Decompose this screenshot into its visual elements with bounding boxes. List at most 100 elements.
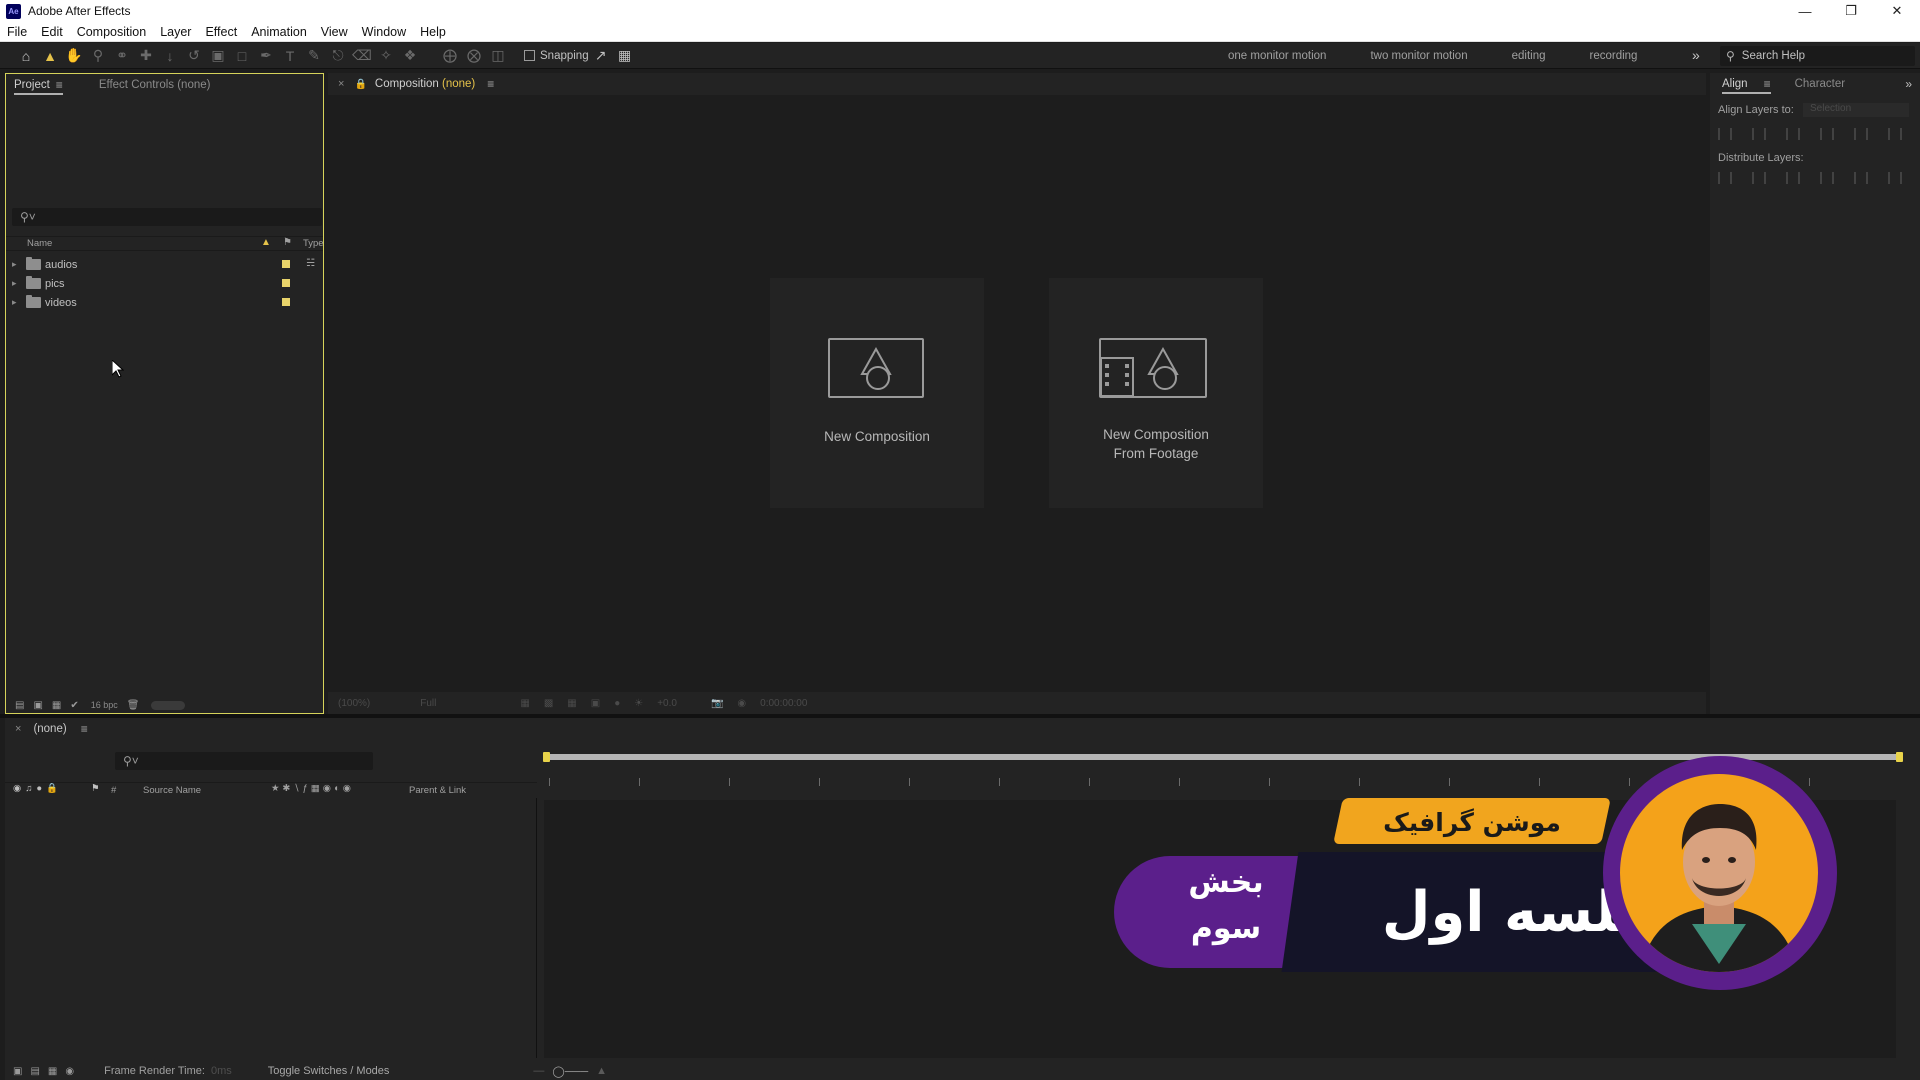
work-area-start-handle[interactable] bbox=[543, 752, 550, 762]
show-snapshot-icon[interactable]: ◉ bbox=[737, 698, 746, 709]
dolly-tool-icon[interactable]: ↓ bbox=[158, 45, 182, 67]
menu-composition[interactable]: Composition bbox=[70, 25, 153, 39]
new-composition-icon[interactable]: ▦ bbox=[52, 700, 61, 711]
align-to-dropdown[interactable]: Selection bbox=[1803, 103, 1909, 117]
distribute-left-icon[interactable] bbox=[1820, 172, 1834, 184]
align-right-icon[interactable] bbox=[1786, 128, 1800, 140]
layer-switch-icons[interactable]: ★✱∖ƒ▦◉◐◉ bbox=[271, 783, 354, 794]
panel-menu-icon[interactable]: ≡ bbox=[81, 722, 88, 736]
snap-edges-icon[interactable]: ↗ bbox=[589, 45, 613, 67]
toggle-switches-modes-button[interactable]: Toggle Switches / Modes bbox=[268, 1065, 390, 1077]
align-horizontal-center-icon[interactable] bbox=[1752, 128, 1766, 140]
list-item[interactable]: ▸ videos bbox=[6, 293, 323, 312]
panel-menu-icon[interactable]: ≡ bbox=[487, 77, 494, 91]
column-source-name[interactable]: Source Name bbox=[143, 785, 201, 796]
label-color-swatch[interactable] bbox=[282, 260, 290, 268]
label-column-icon[interactable]: ⚑ bbox=[91, 783, 100, 794]
close-icon[interactable]: ✕ bbox=[1874, 0, 1920, 22]
snapping-toggle[interactable]: Snapping bbox=[524, 50, 589, 62]
menu-file[interactable]: File bbox=[0, 25, 34, 39]
rotation-tool-icon[interactable]: ↺ bbox=[182, 45, 206, 67]
pan-behind-tool-icon[interactable]: ▣ bbox=[206, 45, 230, 67]
home-icon[interactable]: ⌂ bbox=[14, 45, 38, 67]
distribute-bottom-icon[interactable] bbox=[1786, 172, 1800, 184]
workspace-two-monitor-motion[interactable]: two monitor motion bbox=[1370, 50, 1467, 62]
transfer-controls-icon[interactable]: ▤ bbox=[30, 1066, 39, 1077]
menu-window[interactable]: Window bbox=[355, 25, 413, 39]
expand-arrow-icon[interactable]: ▸ bbox=[12, 297, 22, 308]
resolution-dropdown[interactable]: Full bbox=[420, 698, 436, 709]
label-color-swatch[interactable] bbox=[282, 298, 290, 306]
axis-local-icon[interactable]: ⨁ bbox=[438, 45, 462, 67]
brush-tool-icon[interactable]: ✎ bbox=[302, 45, 326, 67]
trash-icon[interactable]: 🗑 bbox=[127, 700, 140, 711]
orbit-camera-tool-icon[interactable]: ⚭ bbox=[110, 45, 134, 67]
project-search-input[interactable]: ⚲˅ bbox=[12, 208, 322, 226]
channel-icon[interactable]: ● bbox=[614, 698, 620, 709]
panel-overflow-icon[interactable]: » bbox=[1905, 77, 1912, 91]
grid-guides-icon[interactable]: ▦ bbox=[567, 698, 576, 709]
align-vertical-center-icon[interactable] bbox=[1854, 128, 1868, 140]
puppet-tool-icon[interactable]: ❖ bbox=[398, 45, 422, 67]
bit-depth-button[interactable]: 16 bpc bbox=[91, 700, 118, 710]
restore-icon[interactable]: ❐ bbox=[1828, 0, 1874, 22]
av-switch-icons[interactable]: ◉♫●🔒 bbox=[13, 783, 62, 794]
exposure-icon[interactable]: ☀ bbox=[634, 698, 643, 709]
expand-arrow-icon[interactable]: ▸ bbox=[12, 259, 22, 270]
timeline-search-input[interactable]: ⚲˅ bbox=[115, 752, 373, 770]
magnification-dropdown[interactable]: (100%) bbox=[338, 698, 370, 709]
clone-stamp-tool-icon[interactable]: ⎋ bbox=[326, 45, 350, 67]
in-out-icon[interactable]: ▦ bbox=[48, 1066, 57, 1077]
render-queue-icon[interactable]: ✔ bbox=[70, 700, 78, 711]
new-composition-button[interactable]: New Composition bbox=[770, 278, 984, 508]
rectangle-tool-icon[interactable]: □ bbox=[230, 45, 254, 67]
panel-menu-icon[interactable]: ≡ bbox=[56, 78, 63, 92]
distribute-top-icon[interactable] bbox=[1718, 172, 1732, 184]
label-column-icon[interactable]: ⚑ bbox=[283, 237, 292, 248]
list-item[interactable]: ▸ audios ☵ bbox=[6, 255, 323, 274]
label-color-swatch[interactable] bbox=[282, 279, 290, 287]
selection-tool-icon[interactable]: ▲ bbox=[38, 45, 62, 67]
eraser-tool-icon[interactable]: ⌫ bbox=[350, 45, 374, 67]
column-type[interactable]: Type bbox=[303, 238, 324, 249]
new-composition-from-footage-button[interactable]: New Composition From Footage bbox=[1049, 278, 1263, 508]
hand-tool-icon[interactable]: ✋ bbox=[62, 45, 86, 67]
tab-timeline[interactable]: (none) bbox=[33, 723, 66, 735]
thumbnail-size-slider[interactable] bbox=[151, 700, 186, 710]
pen-tool-icon[interactable]: ✒ bbox=[254, 45, 278, 67]
lock-icon[interactable]: 🔒 bbox=[354, 79, 366, 90]
list-item[interactable]: ▸ pics bbox=[6, 274, 323, 293]
menu-animation[interactable]: Animation bbox=[244, 25, 314, 39]
axis-view-icon[interactable]: ◫ bbox=[486, 45, 510, 67]
minimize-icon[interactable]: — bbox=[1782, 0, 1828, 22]
snap-features-icon[interactable]: ▦ bbox=[613, 45, 637, 67]
roto-brush-tool-icon[interactable]: ✧ bbox=[374, 45, 398, 67]
distribute-vertical-center-icon[interactable] bbox=[1752, 172, 1766, 184]
tab-project[interactable]: Project ≡ bbox=[6, 74, 71, 96]
tab-align[interactable]: Align ≡ bbox=[1714, 73, 1779, 95]
menu-edit[interactable]: Edit bbox=[34, 25, 70, 39]
tab-character[interactable]: Character bbox=[1787, 73, 1854, 95]
region-of-interest-icon[interactable]: ▦ bbox=[520, 698, 529, 709]
menu-effect[interactable]: Effect bbox=[198, 25, 244, 39]
zoom-tool-icon[interactable]: ⚲ bbox=[86, 45, 110, 67]
new-folder-icon[interactable]: ▣ bbox=[33, 700, 42, 711]
render-time-icon[interactable]: ◉ bbox=[65, 1066, 74, 1077]
tab-composition[interactable]: Composition (none) bbox=[375, 78, 475, 90]
timeline-zoom-slider[interactable]: ◯─── bbox=[552, 1065, 588, 1078]
close-icon[interactable]: × bbox=[338, 78, 344, 90]
snapping-checkbox[interactable] bbox=[524, 50, 535, 61]
column-parent-link[interactable]: Parent & Link bbox=[409, 785, 466, 796]
close-icon[interactable]: × bbox=[15, 723, 21, 735]
type-tool-icon[interactable]: T bbox=[278, 45, 302, 67]
menu-view[interactable]: View bbox=[314, 25, 355, 39]
distribute-horizontal-center-icon[interactable] bbox=[1854, 172, 1868, 184]
workspace-one-monitor-motion[interactable]: one monitor motion bbox=[1228, 50, 1326, 62]
align-top-icon[interactable] bbox=[1820, 128, 1834, 140]
search-help-field[interactable]: ⚲ Search Help bbox=[1720, 46, 1915, 66]
menu-layer[interactable]: Layer bbox=[153, 25, 198, 39]
menu-help[interactable]: Help bbox=[413, 25, 453, 39]
panel-menu-icon[interactable]: ≡ bbox=[1764, 77, 1771, 91]
align-bottom-icon[interactable] bbox=[1888, 128, 1902, 140]
mask-visibility-icon[interactable]: ▣ bbox=[591, 698, 600, 709]
